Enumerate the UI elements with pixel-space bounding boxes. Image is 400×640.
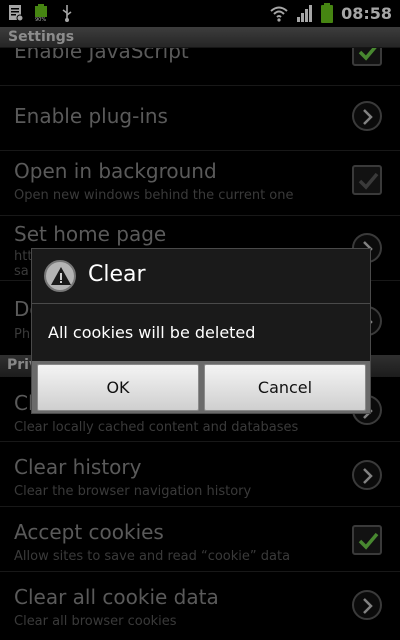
ok-button[interactable]: OK	[37, 364, 199, 411]
warning-icon	[44, 260, 76, 292]
dialog-button-bar: OK Cancel	[32, 361, 370, 413]
cancel-button[interactable]: Cancel	[204, 364, 366, 411]
dialog-header: Clear	[32, 249, 370, 304]
clear-cookies-dialog: Clear All cookies will be deleted OK Can…	[31, 248, 371, 414]
dialog-message: All cookies will be deleted	[48, 323, 256, 342]
dialog-title: Clear	[88, 262, 146, 287]
